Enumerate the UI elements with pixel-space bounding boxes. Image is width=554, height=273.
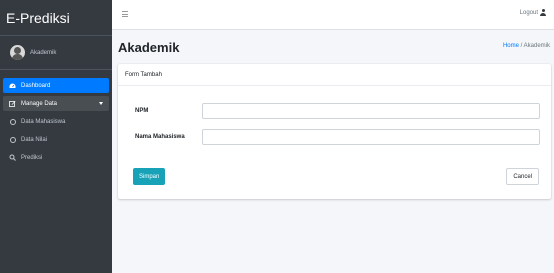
circle-icon [8, 118, 17, 125]
nama-mahasiswa-label: Nama Mahasiswa [135, 134, 185, 140]
sidebar-item-prediksi[interactable]: Prediksi [3, 150, 109, 165]
breadcrumb-home[interactable]: Home [503, 43, 519, 49]
sidebar: E-Prediksi Akademik Dashboard Manage Dat… [0, 0, 112, 273]
sidebar-nav: Dashboard Manage Data Data Mahasiswa Dat… [0, 78, 112, 165]
page-title: Akademik [118, 40, 180, 55]
edit-icon [8, 100, 17, 107]
nama-mahasiswa-input[interactable] [202, 129, 540, 145]
sidebar-item-label: Data Nilai [21, 136, 48, 143]
sidebar-item-manage-data[interactable]: Manage Data [3, 96, 109, 111]
breadcrumb-separator: / [520, 43, 523, 49]
form-card: Form Tambah NPM Nama Mahasiswa Simpan Ca… [118, 64, 551, 199]
top-navbar: Logout [112, 0, 554, 30]
search-icon [8, 154, 17, 161]
user-panel[interactable]: Akademik [0, 36, 112, 70]
npm-input[interactable] [202, 103, 540, 119]
breadcrumb-current: Akademik [523, 43, 550, 49]
sidebar-item-label: Dashboard [21, 82, 51, 89]
sidebar-item-label: Data Mahasiswa [21, 118, 66, 125]
dashboard-icon [8, 83, 17, 89]
avatar [10, 45, 25, 60]
card-title: Form Tambah [118, 64, 551, 86]
npm-label: NPM [135, 108, 149, 114]
sidebar-item-label: Manage Data [21, 100, 58, 107]
user-icon [540, 9, 546, 16]
nama-row: Nama Mahasiswa [118, 129, 551, 145]
circle-icon [8, 136, 17, 143]
sidebar-item-data-mahasiswa[interactable]: Data Mahasiswa [3, 114, 109, 129]
brand-link[interactable]: E-Prediksi [0, 0, 112, 36]
hamburger-icon[interactable] [122, 11, 128, 19]
save-button[interactable]: Simpan [133, 168, 166, 185]
logout-label: Logout [519, 9, 538, 16]
user-name: Akademik [30, 49, 57, 56]
sidebar-item-data-nilai[interactable]: Data Nilai [3, 132, 109, 147]
sidebar-item-label: Prediksi [21, 154, 43, 161]
cancel-button[interactable]: Cancel [506, 168, 539, 185]
card-footer: Simpan Cancel [118, 161, 551, 199]
npm-row: NPM [118, 103, 551, 119]
logout-link[interactable]: Logout [520, 9, 546, 16]
breadcrumb: Home / Akademik [503, 43, 550, 49]
sidebar-item-dashboard[interactable]: Dashboard [3, 78, 109, 93]
chevron-down-icon [99, 102, 103, 105]
brand-name: E-Prediksi [6, 9, 70, 26]
